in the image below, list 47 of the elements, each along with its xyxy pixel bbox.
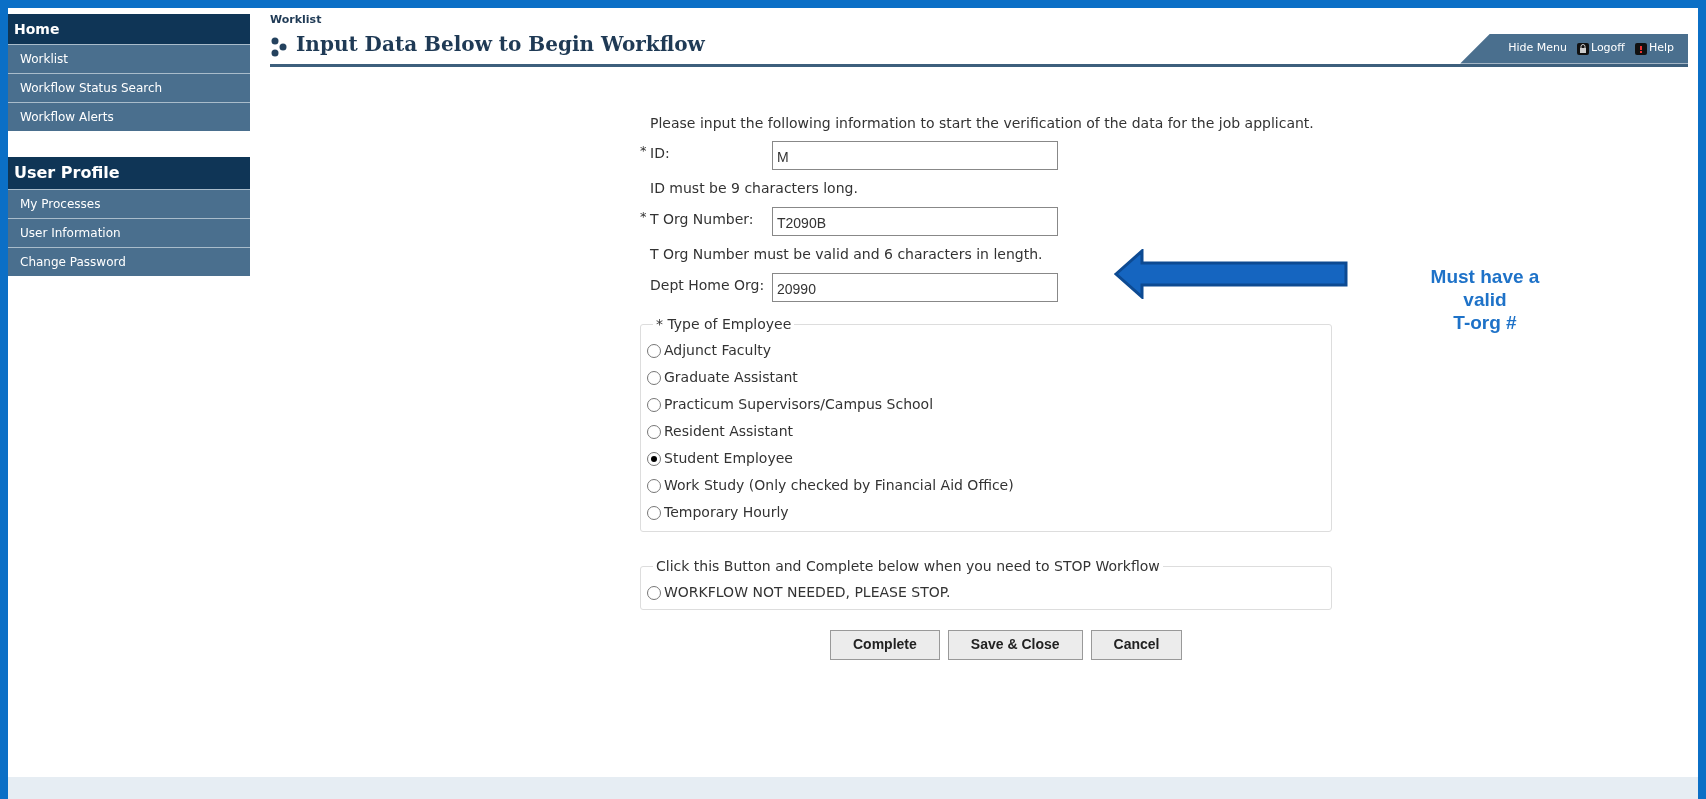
sidebar-item[interactable]: Worklist xyxy=(8,44,250,73)
radio-label[interactable]: Resident Assistant xyxy=(664,421,793,442)
breadcrumb[interactable]: Worklist xyxy=(270,12,322,29)
required-mark: * xyxy=(640,207,648,226)
input-field[interactable]: T2090B xyxy=(772,206,1058,236)
sidebar-item[interactable]: Workflow Status Search xyxy=(8,73,250,102)
sidebar-item[interactable]: Workflow Alerts xyxy=(8,102,250,131)
required-mark: * xyxy=(640,141,648,160)
sidebar-item[interactable]: User Information xyxy=(8,218,250,247)
input-field[interactable]: M xyxy=(772,140,1058,170)
sidebar-item[interactable]: My Processes xyxy=(8,189,250,218)
radio-label[interactable]: Practicum Supervisors/Campus School xyxy=(664,394,934,415)
radio-button[interactable] xyxy=(647,397,661,412)
radio-label[interactable]: Work Study (Only checked by Financial Aid Office) xyxy=(664,475,1014,496)
radio-button[interactable] xyxy=(647,505,661,520)
arrow-icon xyxy=(1114,249,1348,299)
radio-button[interactable] xyxy=(647,343,661,358)
radio-label[interactable]: WORKFLOW NOT NEEDED, PLEASE STOP. xyxy=(664,582,951,603)
hide-menu-link[interactable]: Hide Menu xyxy=(1508,40,1567,57)
form-button[interactable]: Complete xyxy=(830,629,940,660)
link-label[interactable]: Logoff xyxy=(1590,40,1625,57)
radio-button[interactable] xyxy=(647,585,661,600)
field-label: ID: xyxy=(650,143,671,163)
intro-text: Please input the following information to start the verification of the data for the job applicant. xyxy=(649,113,1315,133)
radio-button[interactable] xyxy=(647,451,661,466)
radio-label[interactable]: Temporary Hourly xyxy=(664,502,789,523)
field-label: Dept Home Org: xyxy=(650,275,766,295)
page-title: Input Data Below to Begin Workflow xyxy=(296,30,706,58)
radio-button[interactable] xyxy=(647,424,661,439)
hint-text: T Org Number must be valid and 6 characters in length. xyxy=(650,244,1043,264)
hint-text: ID must be 9 characters long. xyxy=(650,178,858,198)
link-label[interactable]: Help xyxy=(1648,40,1674,57)
sidebar-header: Home xyxy=(8,14,250,44)
sidebar-header: User Profile xyxy=(8,157,250,189)
radio-label[interactable]: Student Employee xyxy=(664,448,793,469)
help-icon xyxy=(1634,42,1647,55)
radio-label[interactable]: Graduate Assistant xyxy=(664,367,798,388)
sidebar-item[interactable]: Change Password xyxy=(8,247,250,276)
form-button[interactable]: Save & Close xyxy=(947,629,1083,660)
radio-label[interactable]: Adjunct Faculty xyxy=(664,340,772,361)
form-button[interactable]: Cancel xyxy=(1090,629,1183,660)
field-label: T Org Number: xyxy=(650,209,755,229)
input-field[interactable]: 20990 xyxy=(772,272,1058,302)
lock-icon xyxy=(1576,42,1589,55)
callout-text: Must have a valid T-org # xyxy=(1429,265,1541,334)
radio-button[interactable] xyxy=(647,478,661,493)
radio-button[interactable] xyxy=(647,370,661,385)
